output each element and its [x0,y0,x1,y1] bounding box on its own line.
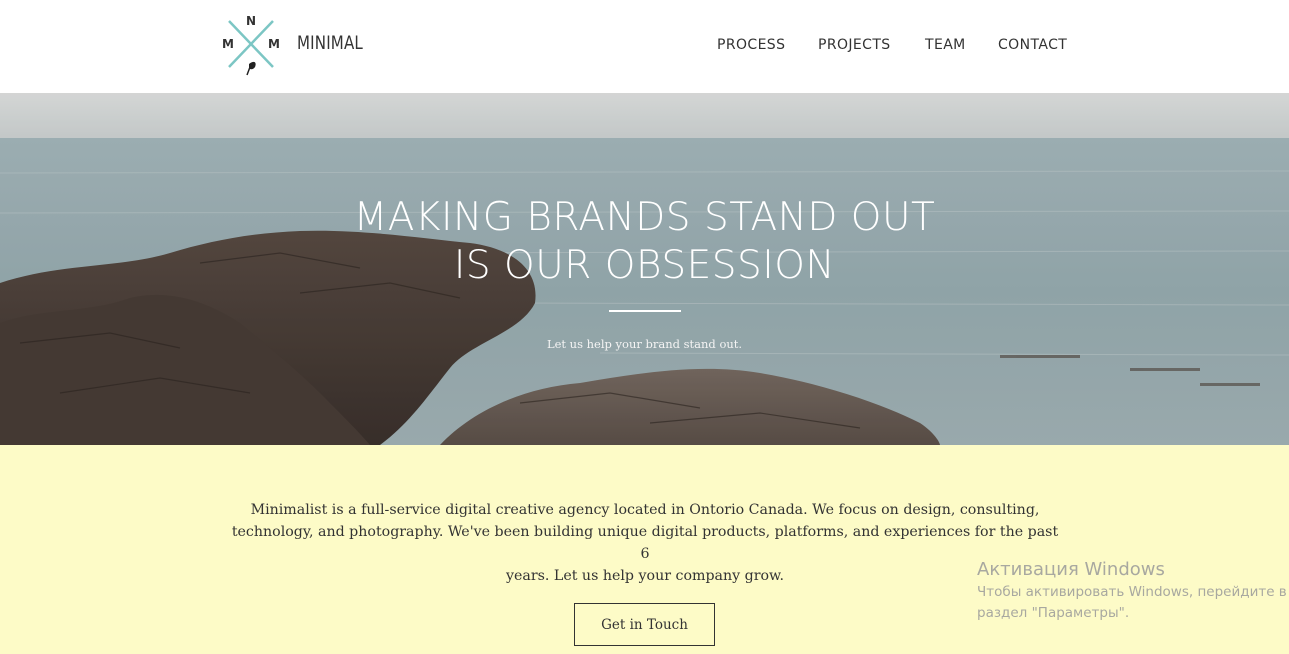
brand-name[interactable]: MINIMAL [297,32,363,54]
logo-compass-icon[interactable]: N M M [220,12,282,78]
logo-letter-top: N [246,14,256,28]
logo-letter-left: M [222,37,234,51]
about-line2: technology, and photography. We've been … [231,524,1059,562]
feather-icon [246,61,256,76]
site-header: N M M MINIMAL PROCESS PROJECTS TEAM CONT… [0,0,1289,93]
hero-section: MAKING BRANDS STAND OUT IS OUR OBSESSION… [0,93,1289,445]
hero-title-line2: IS OUR OBSESSION [453,243,836,288]
logo-letter-right: M [268,37,280,51]
windows-activation-title: Активация Windows [977,559,1165,580]
nav-link-projects[interactable]: PROJECTS [818,37,891,53]
about-line3: years. Let us help your company grow. [505,568,785,584]
hero-subtitle: Let us help your brand stand out. [546,337,743,351]
get-in-touch-button[interactable]: Get in Touch [574,603,715,646]
about-paragraph: Minimalist is a full-service digital cre… [230,499,1060,587]
about-section: Minimalist is a full-service digital cre… [0,445,1289,654]
nav-link-contact[interactable]: CONTACT [998,37,1067,53]
windows-activation-line2: раздел "Параметры". [977,605,1130,621]
windows-activation-line1: Чтобы активировать Windows, перейдите в [977,584,1287,600]
hero-title-line1: MAKING BRANDS STAND OUT [353,195,936,240]
nav-link-team[interactable]: TEAM [925,37,966,53]
nav-link-process[interactable]: PROCESS [717,37,785,53]
hero-divider [609,310,681,312]
about-line1: Minimalist is a full-service digital cre… [250,502,1040,518]
